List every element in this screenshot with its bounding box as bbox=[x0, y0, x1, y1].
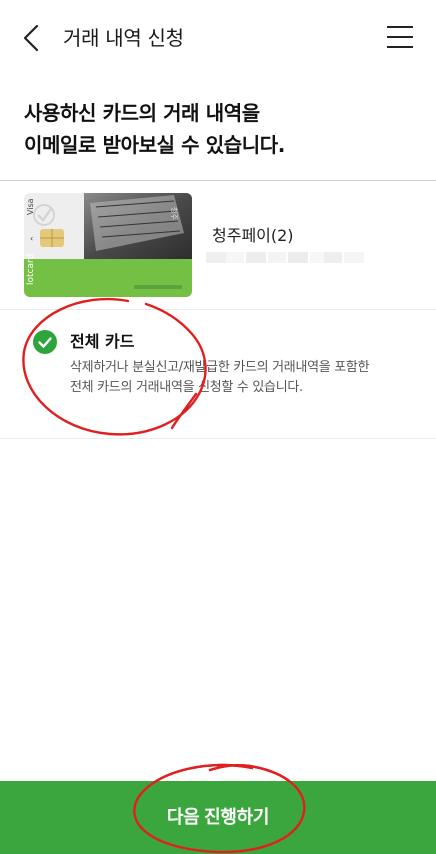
svg-text:lotcard: lotcard bbox=[26, 254, 36, 285]
masked-card-number bbox=[206, 252, 364, 263]
check-circle-icon bbox=[33, 330, 57, 354]
top-bar: 거래 내역 신청 bbox=[0, 0, 436, 78]
all-cards-option[interactable]: 전체 카드 삭제하거나 분실신고/재발급한 카드의 거래내역을 포함한 전체 카… bbox=[0, 310, 436, 438]
headline-line-2: 이메일로 받아보실 수 있습니다. bbox=[24, 133, 285, 157]
headline: 사용하신 카드의 거래 내역을 이메일로 받아보실 수 있습니다. bbox=[24, 97, 414, 161]
chevron-left-icon bbox=[23, 24, 39, 52]
option-title: 전체 카드 bbox=[70, 332, 135, 351]
card-image[interactable]: ‹ lotcard Visa 청주 bbox=[24, 193, 192, 297]
card-artwork: ‹ lotcard Visa 청주 bbox=[24, 193, 192, 297]
next-step-button[interactable]: 다음 진행하기 bbox=[0, 781, 436, 854]
card-item: ‹ lotcard Visa 청주 청주페이(2) bbox=[0, 181, 436, 309]
option-desc-line-1: 삭제하거나 분실신고/재발급한 카드의 거래내역을 포함한 bbox=[70, 360, 370, 375]
svg-text:‹: ‹ bbox=[30, 234, 33, 243]
option-description: 삭제하거나 분실신고/재발급한 카드의 거래내역을 포함한 전체 카드의 거래내… bbox=[70, 358, 410, 398]
hamburger-menu-icon bbox=[387, 26, 413, 48]
headline-line-1: 사용하신 카드의 거래 내역을 bbox=[24, 101, 260, 125]
menu-button[interactable] bbox=[386, 24, 414, 50]
svg-text:Visa: Visa bbox=[26, 198, 35, 215]
svg-text:청주: 청주 bbox=[170, 207, 178, 220]
option-desc-line-2: 전체 카드의 거래내역을 신청할 수 있습니다. bbox=[70, 380, 303, 395]
back-button[interactable] bbox=[18, 22, 48, 54]
page-title: 거래 내역 신청 bbox=[63, 26, 184, 50]
card-name: 청주페이(2) bbox=[212, 226, 294, 245]
row-divider-2 bbox=[0, 438, 436, 439]
